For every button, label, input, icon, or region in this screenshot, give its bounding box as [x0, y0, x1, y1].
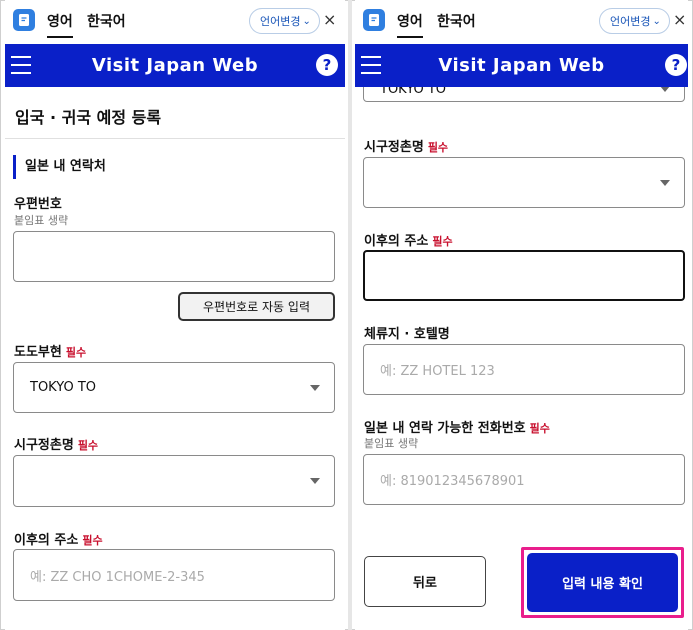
address-input[interactable]: [363, 250, 685, 301]
close-icon[interactable]: ×: [323, 10, 336, 29]
section-title: 일본 내 연락처: [13, 155, 106, 179]
address-label-text: 이후의 주소: [364, 234, 429, 249]
confirm-input-button[interactable]: 입력 내용 확인: [527, 553, 678, 612]
phone-hint: 붙임표 생략: [364, 437, 419, 450]
required-badge: 필수: [65, 346, 87, 359]
postal-code-label: 우편번호: [14, 193, 62, 212]
city-label-text: 시구정촌명: [364, 140, 424, 155]
title-divider: [5, 138, 345, 139]
help-icon[interactable]: ?: [665, 54, 687, 76]
page-title: 입국 · 귀국 예정 등록: [15, 108, 162, 127]
prefecture-label: 도도부현 필수: [14, 341, 86, 360]
site-title: Visit Japan Web: [438, 55, 605, 76]
language-change-button[interactable]: 언어변경 ⌄: [249, 8, 320, 34]
site-title: Visit Japan Web: [91, 55, 259, 76]
app-translate-icon: [363, 9, 385, 31]
required-badge: 필수: [432, 235, 453, 248]
postal-code-hint: 붙임표 생략: [14, 214, 69, 227]
address-label-text: 이후의 주소: [14, 533, 79, 548]
chevron-down-icon: ⌄: [652, 15, 661, 27]
navbar-overlay: Visit Japan Web ?: [355, 44, 688, 87]
required-badge: 필수: [529, 422, 550, 435]
help-icon[interactable]: ?: [316, 54, 338, 76]
phone-label-text: 일본 내 연락 가능한 전화번호: [364, 421, 526, 436]
required-badge: 필수: [427, 141, 449, 154]
chevron-down-icon: ⌄: [302, 15, 311, 27]
panel-divider: [348, 0, 352, 630]
city-label-text: 시구정촌명: [14, 438, 74, 453]
tab-korean[interactable]: 한국어: [437, 11, 476, 31]
postal-code-input[interactable]: [13, 231, 335, 282]
language-bar: 영어 한국어 언어변경 ⌄ ×: [355, 0, 688, 42]
dropdown-caret-icon: [310, 384, 320, 391]
language-bar: 영어 한국어 언어변경 ⌄ ×: [5, 0, 345, 42]
navbar: Visit Japan Web ?: [5, 44, 345, 87]
tab-korean[interactable]: 한국어: [87, 11, 126, 31]
tab-english[interactable]: 영어: [397, 11, 423, 38]
hotel-label-text: 체류지 · 호텔명: [364, 327, 450, 342]
prefecture-label-text: 도도부현: [14, 345, 62, 360]
city-select[interactable]: [13, 455, 335, 507]
language-change-label: 언어변경: [260, 15, 301, 28]
postal-autofill-button[interactable]: 우편번호로 자동 입력: [178, 292, 335, 321]
city-label: 시구정촌명 필수: [14, 434, 98, 453]
hotel-label: 체류지 · 호텔명: [364, 323, 450, 342]
address-label: 이후의 주소 필수: [364, 230, 453, 249]
language-change-label: 언어변경: [610, 15, 651, 28]
prefecture-select[interactable]: TOKYO TO: [13, 362, 335, 413]
address-label: 이후의 주소 필수: [14, 529, 103, 548]
right-panel: 영어 한국어 언어변경 ⌄ × Visit Japan Web ? TOKYO …: [355, 0, 688, 630]
tab-english[interactable]: 영어: [47, 11, 73, 38]
phone-label: 일본 내 연락 가능한 전화번호 필수: [364, 417, 550, 436]
postal-code-label-text: 우편번호: [14, 197, 62, 212]
language-change-button[interactable]: 언어변경 ⌄: [599, 8, 670, 34]
address-input[interactable]: 예: ZZ CHO 1CHOME-2-345: [13, 549, 335, 601]
app-translate-icon: [13, 9, 35, 31]
phone-input[interactable]: 예: 819012345678901: [363, 454, 685, 505]
dropdown-caret-icon: [660, 179, 670, 186]
back-button[interactable]: 뒤로: [364, 556, 486, 607]
prefecture-value: TOKYO TO: [30, 380, 97, 395]
left-panel: 영어 한국어 언어변경 ⌄ × Visit Japan Web ? 입국 · 귀…: [5, 0, 345, 630]
required-badge: 필수: [77, 439, 99, 452]
close-icon[interactable]: ×: [673, 10, 686, 29]
hotel-input[interactable]: 예: ZZ HOTEL 123: [363, 344, 685, 395]
required-badge: 필수: [82, 534, 103, 547]
dropdown-caret-icon: [310, 478, 320, 484]
city-select[interactable]: [363, 157, 685, 208]
city-label: 시구정촌명 필수: [364, 136, 448, 155]
